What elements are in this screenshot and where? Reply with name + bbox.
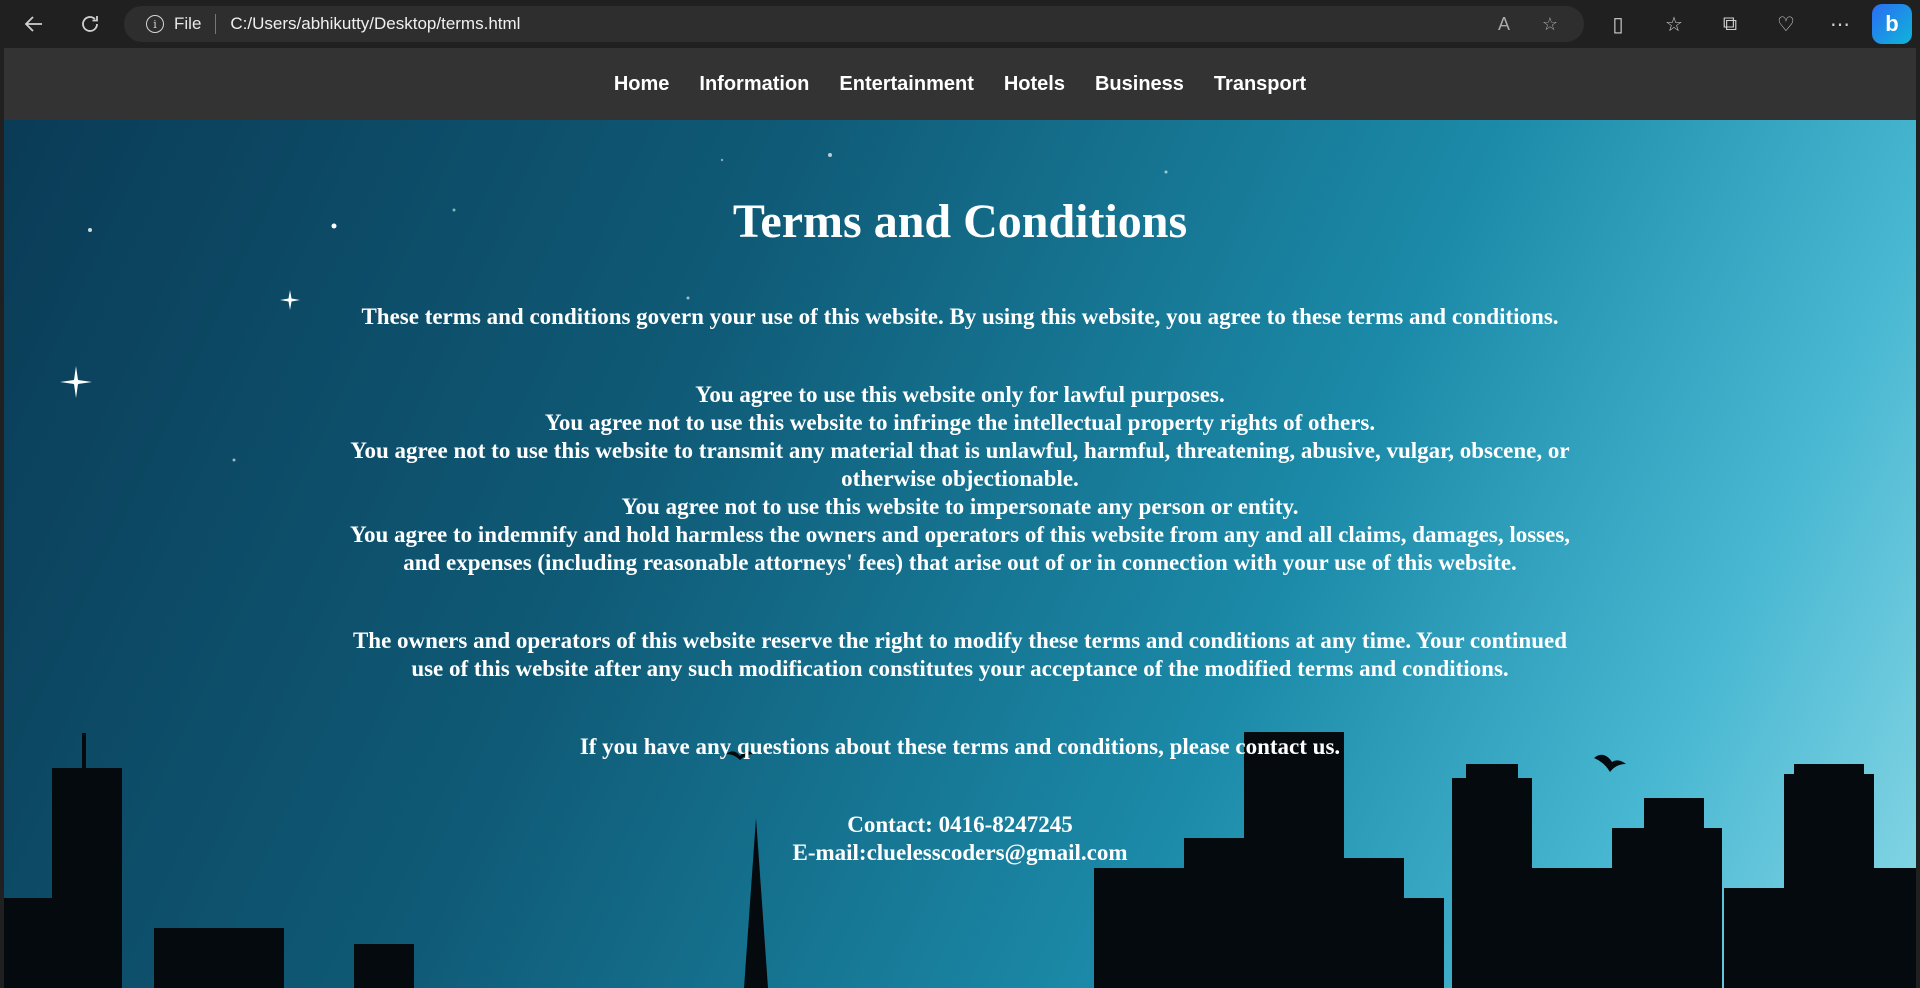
nav-home[interactable]: Home: [599, 73, 685, 96]
nav-hotels[interactable]: Hotels: [989, 73, 1080, 96]
address-bar[interactable]: i File C:/Users/abhikutty/Desktop/terms.…: [124, 6, 1584, 42]
nav-information[interactable]: Information: [684, 73, 824, 96]
address-separator: [215, 14, 217, 34]
nav-transport[interactable]: Transport: [1199, 73, 1321, 96]
nav-entertainment[interactable]: Entertainment: [824, 73, 988, 96]
address-url[interactable]: C:/Users/abhikutty/Desktop/terms.html: [230, 14, 520, 34]
questions-paragraph: If you have any questions about these te…: [579, 734, 1341, 759]
address-scheme: File: [174, 14, 202, 33]
favorite-star-icon[interactable]: ☆: [1540, 14, 1560, 34]
browser-toolbar: i File C:/Users/abhikutty/Desktop/terms.…: [0, 0, 1920, 48]
page-viewport: Home Information Entertainment Hotels Bu…: [4, 48, 1916, 988]
nav-business[interactable]: Business: [1080, 73, 1199, 96]
intro-paragraph: These terms and conditions govern your u…: [361, 304, 1559, 329]
main-navbar: Home Information Entertainment Hotels Bu…: [4, 48, 1916, 120]
back-icon[interactable]: [14, 4, 54, 44]
contact-phone: Contact: 0416-8247245: [847, 812, 1073, 837]
collections-icon[interactable]: ⧉: [1714, 8, 1746, 40]
rule-item: You agree to indemnify and hold harmless…: [349, 522, 1571, 575]
modification-paragraph: The owners and operators of this website…: [352, 628, 1568, 681]
more-icon[interactable]: ⋯: [1824, 8, 1856, 40]
rule-item: You agree not to use this website to imp…: [621, 494, 1299, 519]
refresh-icon[interactable]: [70, 4, 110, 44]
rule-item: You agree not to use this website to inf…: [544, 410, 1376, 435]
rule-item: You agree not to use this website to tra…: [350, 438, 1570, 491]
split-screen-icon[interactable]: ▯: [1602, 8, 1634, 40]
contact-block: Contact: 0416-8247245 E-mail:cluelesscod…: [335, 811, 1585, 867]
info-icon[interactable]: i: [146, 15, 164, 33]
health-icon[interactable]: ♡: [1770, 8, 1802, 40]
terms-content: Terms and Conditions These terms and con…: [4, 120, 1916, 867]
read-aloud-icon[interactable]: A: [1494, 14, 1514, 34]
bing-copilot-icon[interactable]: b: [1872, 4, 1912, 44]
rules-paragraph: You agree to use this website only for l…: [335, 381, 1585, 577]
page-title: Terms and Conditions: [732, 195, 1188, 248]
favorites-icon[interactable]: ☆: [1658, 8, 1690, 40]
contact-email[interactable]: E-mail:cluelesscoders@gmail.com: [792, 840, 1127, 865]
rule-item: You agree to use this website only for l…: [695, 382, 1225, 407]
